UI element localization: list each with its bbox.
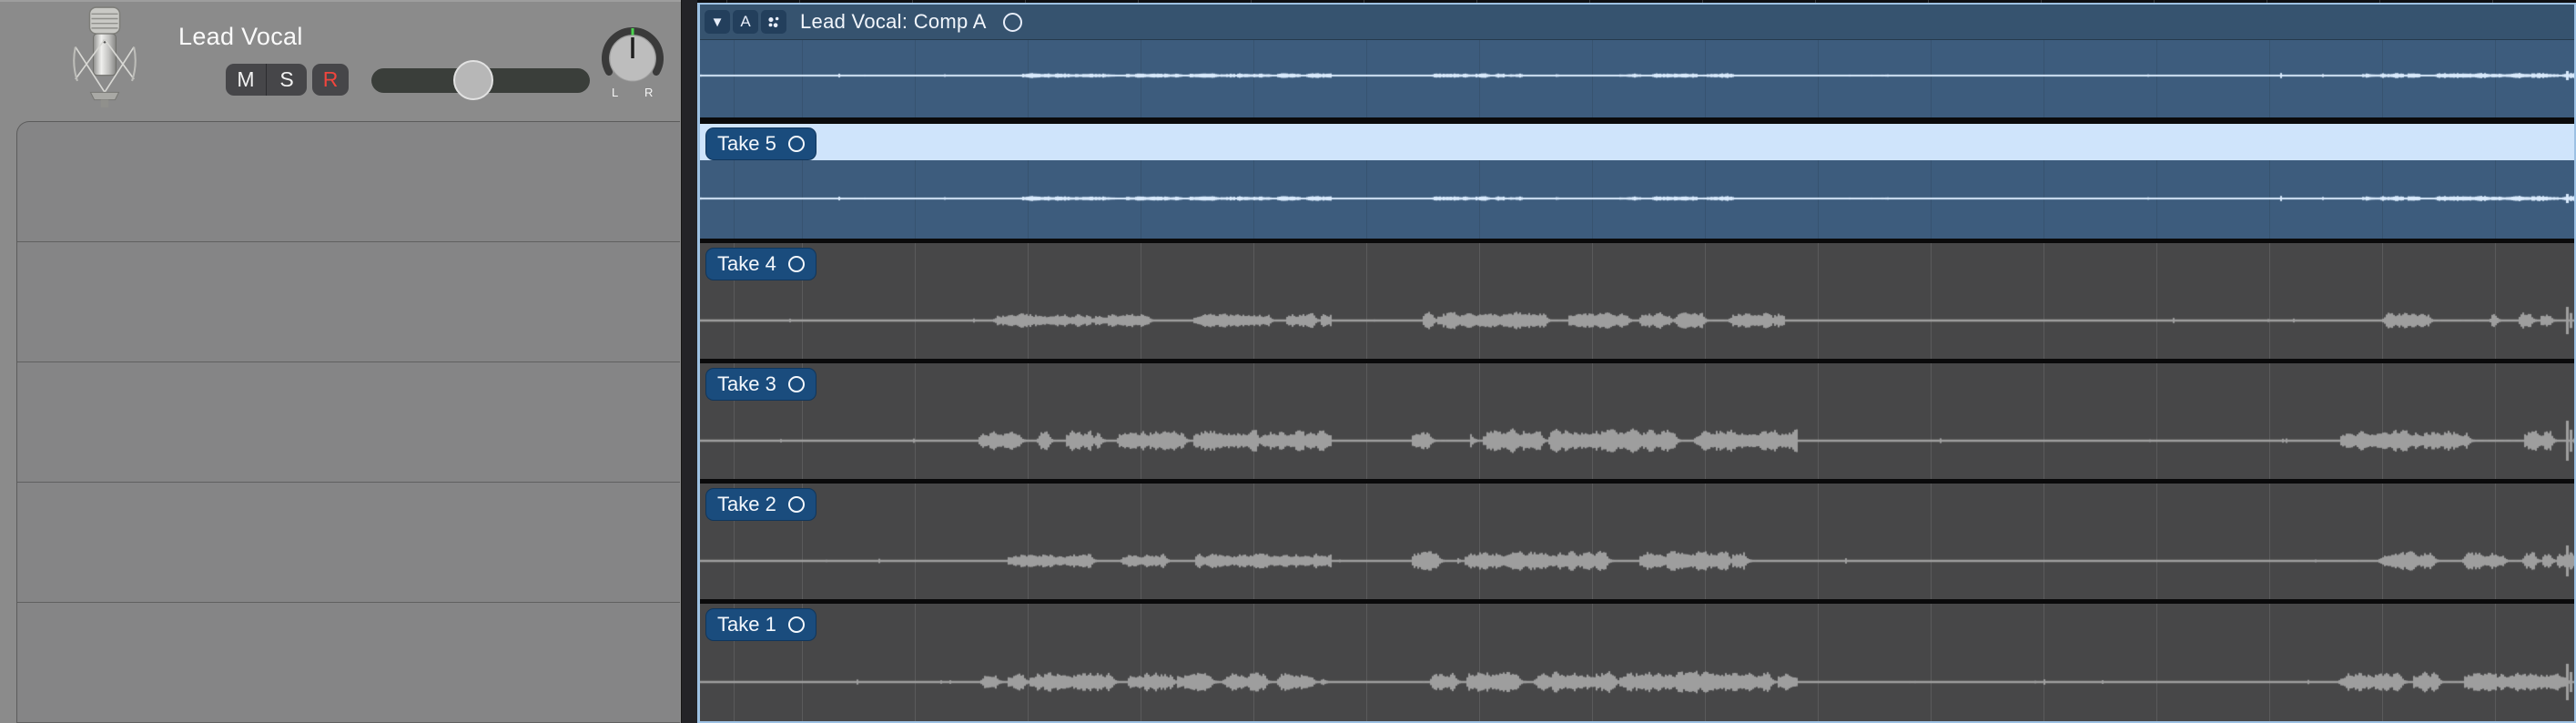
selected-take-strip[interactable]: Take 5 (700, 124, 2574, 160)
take-circle-icon[interactable] (788, 376, 805, 392)
take-folder-dots-icon (766, 13, 781, 31)
take-4-waveform[interactable] (700, 243, 2574, 359)
take-1-waveform[interactable] (700, 604, 2574, 721)
pan-knob[interactable]: L R (602, 27, 664, 100)
take-lane-1[interactable]: Take 1 (700, 604, 2574, 721)
take-folder-selected-outline: ▼ A Lead Vocal: Comp A (697, 3, 2576, 723)
header-tracks-divider (681, 0, 698, 723)
comp-waveform[interactable] (700, 40, 2574, 117)
take-label: Take 5 (717, 132, 776, 156)
take-label: Take 1 (717, 613, 776, 636)
take-label: Take 4 (717, 252, 776, 276)
volume-slider-thumb[interactable] (453, 60, 493, 100)
region-loop-icon[interactable] (1003, 13, 1022, 32)
take-folder-region: ▼ A Lead Vocal: Comp A (697, 0, 2576, 723)
logic-take-folder-view: Lead Vocal M S R L R (0, 0, 2576, 723)
lane-divider (700, 117, 2574, 124)
take-circle-icon[interactable] (788, 616, 805, 633)
pan-right-label: R (644, 86, 653, 99)
take-2-waveform[interactable] (700, 484, 2574, 599)
track-name[interactable]: Lead Vocal (178, 23, 303, 51)
microphone-icon (60, 5, 149, 109)
take-label: Take 3 (717, 372, 776, 396)
take-lane-3[interactable]: Take 3 (700, 363, 2574, 479)
take-label-badge[interactable]: Take 4 (705, 248, 816, 280)
take-label: Take 2 (717, 493, 776, 516)
region-title: Lead Vocal: Comp A (800, 10, 987, 34)
take-label-badge[interactable]: Take 3 (705, 368, 816, 401)
volume-slider[interactable] (371, 68, 590, 93)
mute-solo-group: M S (226, 64, 307, 96)
take-lane-4[interactable]: Take 4 (700, 243, 2574, 359)
disclosure-triangle-button[interactable]: ▼ (705, 10, 730, 34)
record-enable-button[interactable]: R (312, 64, 349, 96)
pan-knob-dial (602, 27, 664, 89)
take-3-waveform[interactable] (700, 363, 2574, 479)
take-circle-icon[interactable] (788, 256, 805, 272)
pan-left-label: L (612, 86, 618, 99)
empty-lane-row (17, 603, 680, 723)
take-5-region[interactable] (700, 160, 2574, 239)
take-label-badge[interactable]: Take 5 (705, 127, 816, 160)
take-label-badge[interactable]: Take 1 (705, 608, 816, 641)
solo-button[interactable]: S (267, 64, 307, 96)
track-lane-background (16, 121, 680, 723)
take-circle-icon[interactable] (788, 496, 805, 513)
take-group-button[interactable]: A (733, 10, 758, 34)
take-lane-2[interactable]: Take 2 (700, 484, 2574, 599)
empty-lane-row (17, 242, 680, 362)
take-lane-5[interactable]: Take 5 (700, 124, 2574, 239)
empty-lane-row (17, 122, 680, 242)
comp-region[interactable] (700, 40, 2574, 117)
take-folder-header[interactable]: ▼ A Lead Vocal: Comp A (700, 5, 2574, 40)
mute-button[interactable]: M (226, 64, 267, 96)
empty-lane-row (17, 362, 680, 483)
take-folder-icon-button[interactable] (761, 10, 786, 34)
disclosure-glyph: ▼ (711, 15, 725, 30)
take-circle-icon[interactable] (788, 136, 805, 152)
empty-lane-row (17, 483, 680, 603)
track-header-panel: Lead Vocal M S R L R (0, 0, 681, 723)
take-label-badge[interactable]: Take 2 (705, 488, 816, 521)
take-5-waveform[interactable] (700, 160, 2574, 239)
